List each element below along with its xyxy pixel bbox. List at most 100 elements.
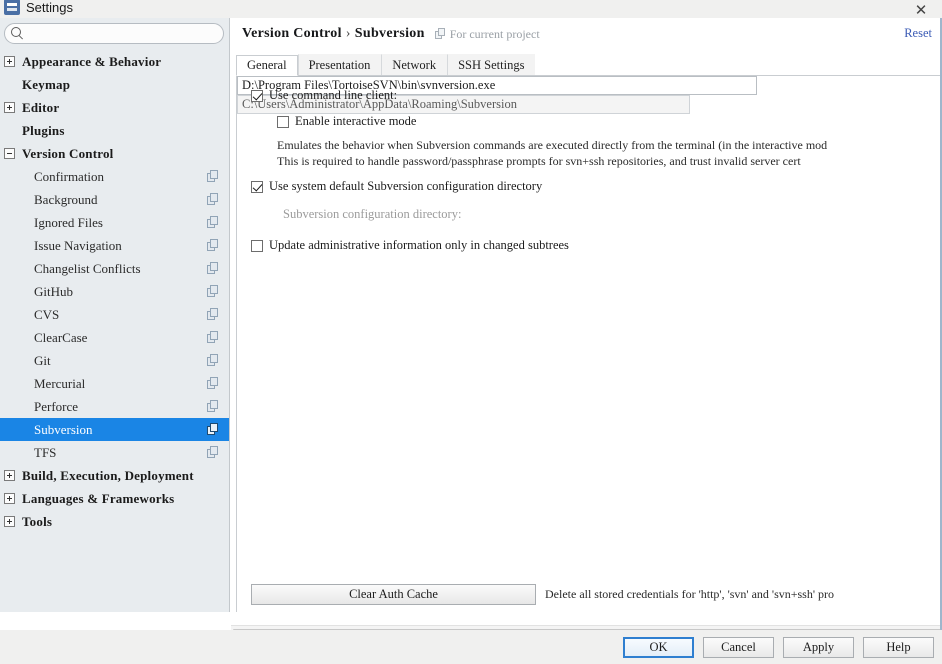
ok-button[interactable]: OK: [623, 637, 694, 658]
general-tab-pane: Use command line client: D:\Program File…: [236, 76, 942, 612]
sidebar-item-label: Mercurial: [34, 375, 86, 391]
project-scope-icon: [207, 331, 220, 344]
dialog-body: Appearance & Behavior Keymap Editor Plugins…: [0, 18, 942, 638]
sidebar-item-subversion[interactable]: Subversion: [0, 418, 229, 441]
expand-icon[interactable]: [4, 516, 15, 527]
tab-ssh-settings[interactable]: SSH Settings: [447, 54, 536, 75]
project-scope-icon: [207, 193, 220, 206]
use-system-default-config-checkbox[interactable]: [251, 180, 263, 193]
collapse-icon[interactable]: [4, 148, 15, 159]
sidebar-item-git[interactable]: Git: [0, 349, 229, 372]
sidebar-item-version-control[interactable]: Version Control: [0, 142, 229, 165]
sidebar-item-label: Build, Execution, Deployment: [22, 467, 194, 483]
expand-icon[interactable]: [4, 102, 15, 113]
project-scope-icon: [207, 170, 220, 183]
button-label: OK: [649, 640, 668, 654]
sidebar-item-tools[interactable]: Tools: [0, 510, 229, 533]
sidebar-item-label: Version Control: [22, 145, 114, 161]
sidebar-item-keymap[interactable]: Keymap: [0, 73, 229, 96]
sidebar-item-label: Appearance & Behavior: [22, 53, 162, 69]
expand-icon[interactable]: [4, 470, 15, 481]
tab-general[interactable]: General: [236, 55, 298, 76]
search-field[interactable]: [4, 23, 224, 44]
sidebar-item-label: Editor: [22, 99, 60, 115]
sidebar-item-label: TFS: [34, 444, 57, 460]
sidebar-item-label: Changelist Conflicts: [34, 260, 141, 276]
apply-button[interactable]: Apply: [783, 637, 854, 658]
sidebar-item-label: Keymap: [22, 76, 71, 92]
project-scope-icon: [207, 239, 220, 252]
sidebar-item-languages-frameworks[interactable]: Languages & Frameworks: [0, 487, 229, 510]
project-scope-icon: [207, 446, 220, 459]
sidebar-item-label: ClearCase: [34, 329, 88, 345]
project-scope-icon: [207, 354, 220, 367]
sidebar-item-label: Ignored Files: [34, 214, 103, 230]
sidebar-item-label: CVS: [34, 306, 60, 322]
project-scope-icon: [207, 423, 220, 436]
project-scope-note: For current project: [434, 26, 540, 42]
expand-icon[interactable]: [4, 493, 15, 504]
sidebar-item-perforce[interactable]: Perforce: [0, 395, 229, 418]
enable-interactive-mode-checkbox[interactable]: [277, 115, 289, 128]
project-scope-icon: [207, 308, 220, 321]
sidebar-item-tfs[interactable]: TFS: [0, 441, 229, 464]
sidebar-item-appearance-behavior[interactable]: Appearance & Behavior: [0, 50, 229, 73]
sidebar-item-ignored-files[interactable]: Ignored Files: [0, 211, 229, 234]
button-label: Help: [886, 640, 911, 654]
project-scope-icon: [207, 285, 220, 298]
interactive-mode-description-line-2: This is required to handle password/pass…: [277, 154, 801, 168]
enable-interactive-mode-row: Enable interactive mode: [277, 114, 416, 129]
project-scope-icon: [207, 377, 220, 390]
sidebar-item-label: Plugins: [22, 122, 65, 138]
use-command-line-client-label: Use command line client:: [269, 88, 398, 102]
settings-sidebar: Appearance & Behavior Keymap Editor Plugins…: [0, 18, 230, 612]
cancel-button[interactable]: Cancel: [703, 637, 774, 658]
sidebar-item-changelist-conflicts[interactable]: Changelist Conflicts: [0, 257, 229, 280]
project-scope-icon: [207, 400, 220, 413]
sidebar-item-mercurial[interactable]: Mercurial: [0, 372, 229, 395]
breadcrumb-separator: ›: [345, 26, 351, 41]
tab-presentation[interactable]: Presentation: [297, 54, 382, 75]
clear-auth-cache-button[interactable]: Clear Auth Cache: [251, 584, 536, 605]
clear-auth-cache-note: Delete all stored credentials for 'http'…: [545, 587, 835, 601]
sidebar-item-background[interactable]: Background: [0, 188, 229, 211]
use-command-line-client-checkbox[interactable]: [251, 89, 263, 102]
sidebar-item-issue-navigation[interactable]: Issue Navigation: [0, 234, 229, 257]
sidebar-item-label: Tools: [22, 513, 53, 529]
sidebar-item-label: Git: [34, 352, 51, 368]
update-admin-info-checkbox[interactable]: [251, 239, 263, 252]
sidebar-item-cvs[interactable]: CVS: [0, 303, 229, 326]
search-input[interactable]: [25, 25, 223, 42]
sidebar-item-clearcase[interactable]: ClearCase: [0, 326, 229, 349]
tab-bar: General Presentation Network SSH Settings: [236, 54, 942, 76]
sidebar-item-label: Background: [34, 191, 98, 207]
sidebar-item-confirmation[interactable]: Confirmation: [0, 165, 229, 188]
sidebar-item-plugins[interactable]: Plugins: [0, 119, 229, 142]
breadcrumb-current: Subversion: [354, 26, 425, 41]
sidebar-item-label: Confirmation: [34, 168, 105, 184]
sidebar-item-label: GitHub: [34, 283, 73, 299]
close-icon[interactable]: ✕: [908, 0, 934, 20]
update-admin-info-row: Update administrative information only i…: [251, 238, 569, 253]
sidebar-item-github[interactable]: GitHub: [0, 280, 229, 303]
use-system-default-config-row: Use system default Subversion configurat…: [251, 179, 542, 194]
project-scope-icon: [207, 262, 220, 275]
sidebar-item-label: Perforce: [34, 398, 79, 414]
sidebar-item-label: Languages & Frameworks: [22, 490, 175, 506]
use-command-line-client-row: Use command line client:: [251, 88, 397, 103]
reset-link[interactable]: Reset: [904, 26, 932, 41]
search-icon: [10, 26, 25, 41]
sidebar-item-build-execution-deployment[interactable]: Build, Execution, Deployment: [0, 464, 229, 487]
update-admin-info-label: Update administrative information only i…: [269, 238, 569, 252]
expand-icon[interactable]: [4, 56, 15, 67]
project-scope-icon: [207, 216, 220, 229]
tab-label: General: [247, 58, 287, 72]
enable-interactive-mode-label: Enable interactive mode: [295, 114, 417, 128]
sidebar-item-editor[interactable]: Editor: [0, 96, 229, 119]
settings-app-icon: [4, 0, 20, 15]
project-scope-label: For current project: [449, 26, 540, 41]
use-system-default-config-label: Use system default Subversion configurat…: [269, 179, 543, 193]
help-button[interactable]: Help: [863, 637, 934, 658]
breadcrumb-parent[interactable]: Version Control: [242, 26, 342, 41]
tab-network[interactable]: Network: [381, 54, 448, 75]
